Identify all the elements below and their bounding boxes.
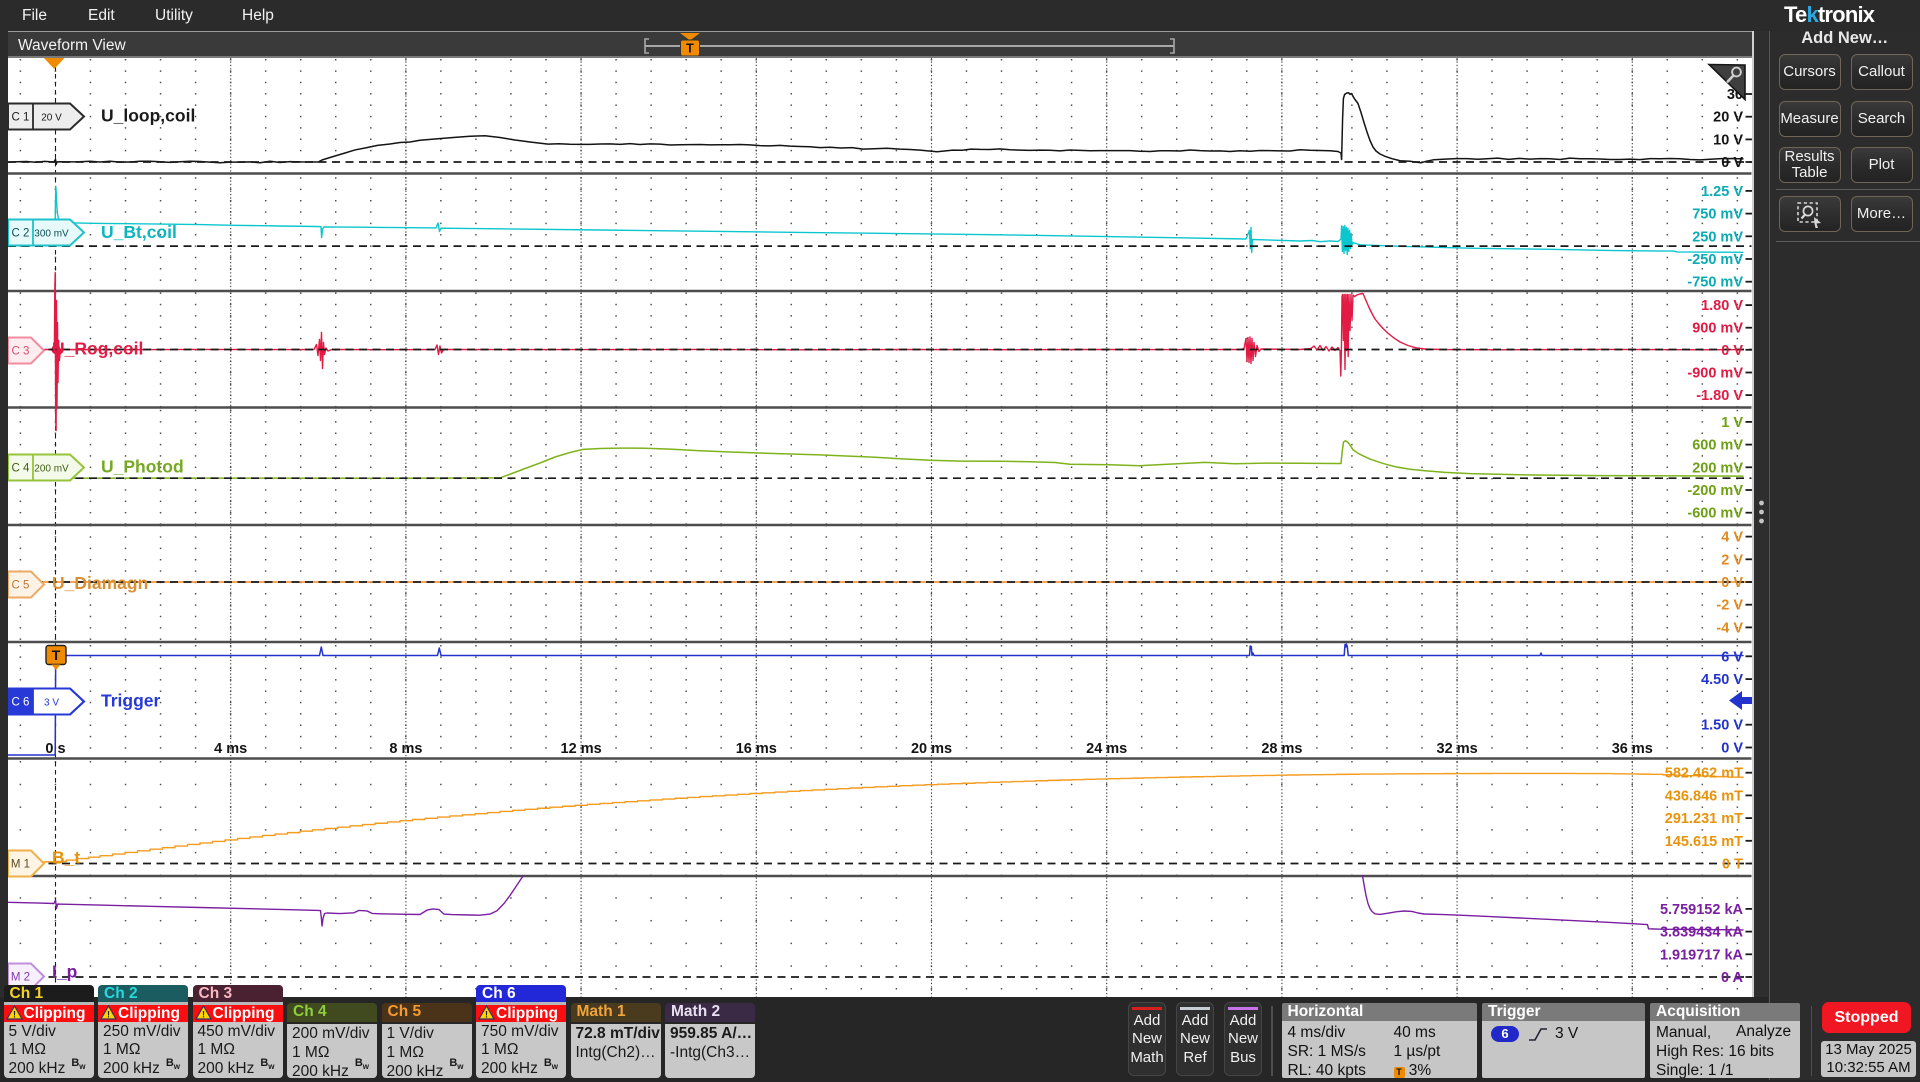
svg-text:M 1: M 1 bbox=[11, 858, 30, 870]
svg-text:B_t: B_t bbox=[52, 847, 80, 867]
svg-text:T: T bbox=[686, 41, 694, 55]
svg-text:24 ms: 24 ms bbox=[1086, 741, 1127, 757]
svg-text:M 2: M 2 bbox=[11, 971, 30, 983]
svg-text:!: ! bbox=[107, 1009, 110, 1019]
svg-text:Trigger: Trigger bbox=[101, 690, 161, 710]
svg-text:200 mV: 200 mV bbox=[34, 463, 69, 474]
svg-text:-900 mV: -900 mV bbox=[1687, 365, 1743, 381]
svg-text:291.231 mT: 291.231 mT bbox=[1665, 811, 1743, 827]
svg-text:U_loop,coil: U_loop,coil bbox=[101, 105, 195, 125]
svg-text:0 T: 0 T bbox=[1722, 856, 1743, 872]
svg-text:0 V: 0 V bbox=[1721, 575, 1743, 591]
svg-text:C 4: C 4 bbox=[12, 462, 31, 474]
svg-text:200 mV: 200 mV bbox=[1692, 460, 1743, 476]
svg-text:0 V: 0 V bbox=[1721, 155, 1743, 171]
svg-text:U_Photod: U_Photod bbox=[101, 456, 184, 476]
svg-text:12 ms: 12 ms bbox=[561, 741, 602, 757]
svg-text:300 mV: 300 mV bbox=[34, 228, 69, 239]
svg-text:!: ! bbox=[485, 1009, 488, 1019]
svg-text:C 1: C 1 bbox=[12, 111, 30, 123]
svg-text:-600 mV: -600 mV bbox=[1687, 505, 1743, 521]
svg-text:C 6: C 6 bbox=[12, 696, 30, 708]
svg-text:1.25 V: 1.25 V bbox=[1701, 183, 1743, 199]
svg-text:1.50 V: 1.50 V bbox=[1701, 717, 1743, 733]
svg-text:20 V: 20 V bbox=[1713, 109, 1743, 125]
svg-text:U_Rog,coil: U_Rog,coil bbox=[52, 338, 143, 358]
svg-text:250 mV: 250 mV bbox=[1692, 229, 1743, 245]
svg-text:0 A: 0 A bbox=[1721, 970, 1744, 986]
svg-text:!: ! bbox=[13, 1009, 16, 1019]
svg-text:!: ! bbox=[202, 1009, 205, 1019]
svg-text:C 3: C 3 bbox=[12, 345, 30, 357]
svg-text:582.462 mT: 582.462 mT bbox=[1665, 765, 1743, 781]
svg-text:C 2: C 2 bbox=[12, 227, 30, 239]
svg-text:-2 V: -2 V bbox=[1716, 597, 1743, 613]
svg-text:6 V: 6 V bbox=[1721, 649, 1743, 665]
svg-text:4 ms: 4 ms bbox=[214, 741, 247, 757]
svg-text:5.759152 kA: 5.759152 kA bbox=[1660, 901, 1744, 917]
svg-text:900 mV: 900 mV bbox=[1692, 320, 1743, 336]
svg-text:750 mV: 750 mV bbox=[1692, 206, 1743, 222]
svg-text:20 ms: 20 ms bbox=[911, 741, 952, 757]
svg-text:T: T bbox=[52, 647, 61, 663]
svg-text:436.846 mT: 436.846 mT bbox=[1665, 788, 1743, 804]
svg-text:3.839434 kA: 3.839434 kA bbox=[1660, 924, 1744, 940]
svg-text:U_Bt,coil: U_Bt,coil bbox=[101, 222, 177, 242]
svg-text:0 V: 0 V bbox=[1721, 342, 1743, 358]
svg-text:16 ms: 16 ms bbox=[736, 741, 777, 757]
svg-text:8 ms: 8 ms bbox=[389, 741, 422, 757]
svg-text:0 s: 0 s bbox=[45, 741, 65, 757]
svg-text:1.80 V: 1.80 V bbox=[1701, 298, 1743, 314]
svg-text:2 V: 2 V bbox=[1721, 552, 1743, 568]
svg-text:4 V: 4 V bbox=[1721, 529, 1743, 545]
svg-text:600 mV: 600 mV bbox=[1692, 437, 1743, 453]
svg-text:-1.80 V: -1.80 V bbox=[1696, 388, 1743, 404]
svg-text:I_p: I_p bbox=[52, 961, 77, 981]
svg-text:-4 V: -4 V bbox=[1716, 620, 1743, 636]
svg-text:0 V: 0 V bbox=[1721, 740, 1743, 756]
svg-text:4.50 V: 4.50 V bbox=[1701, 672, 1743, 688]
svg-text:20 V: 20 V bbox=[41, 112, 62, 123]
svg-text:-750 mV: -750 mV bbox=[1687, 274, 1743, 290]
svg-text:3 V: 3 V bbox=[44, 697, 59, 708]
svg-text:U_Diamagn: U_Diamagn bbox=[52, 573, 148, 593]
svg-text:10 V: 10 V bbox=[1713, 132, 1743, 148]
svg-text:1 V: 1 V bbox=[1721, 414, 1743, 430]
svg-text:28 ms: 28 ms bbox=[1261, 741, 1302, 757]
svg-text:36 ms: 36 ms bbox=[1612, 741, 1653, 757]
svg-text:-250 mV: -250 mV bbox=[1687, 252, 1743, 268]
svg-text:C 5: C 5 bbox=[12, 579, 30, 591]
svg-text:145.615 mT: 145.615 mT bbox=[1665, 833, 1743, 849]
svg-text:-200 mV: -200 mV bbox=[1687, 483, 1743, 499]
svg-text:32 ms: 32 ms bbox=[1437, 741, 1478, 757]
svg-text:1.919717 kA: 1.919717 kA bbox=[1660, 947, 1744, 963]
